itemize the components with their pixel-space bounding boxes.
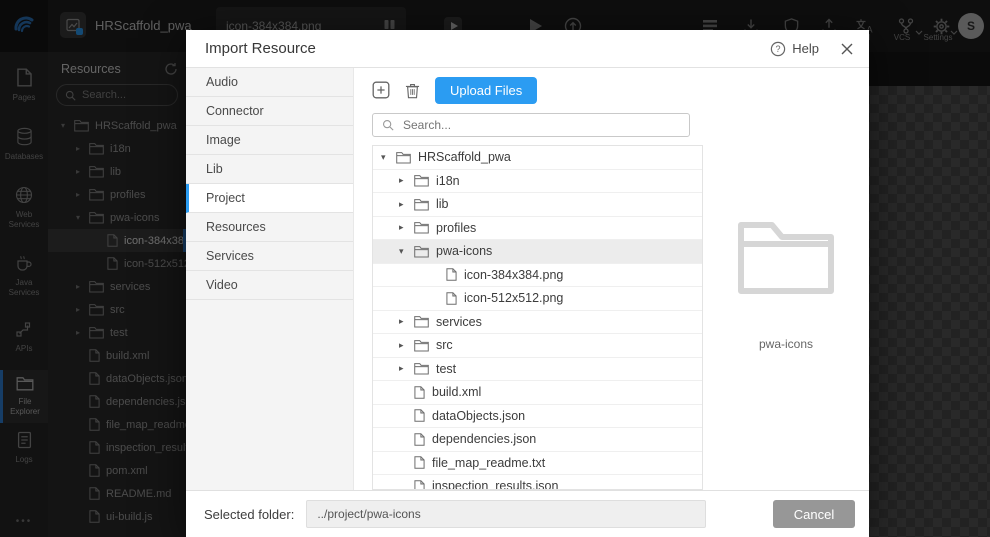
caret-right-icon[interactable]: ▸ <box>399 316 414 327</box>
file-icon <box>446 291 457 305</box>
help-question-icon: ? <box>770 41 786 57</box>
big-folder-icon <box>736 216 836 301</box>
tree-item-label: profiles <box>436 220 477 235</box>
tree-item-label: dataObjects.json <box>432 408 526 423</box>
nav-item-audio[interactable]: Audio <box>186 68 353 97</box>
tree-item-label: icon-384x384.png <box>464 267 564 282</box>
tree-item-label: dependencies.json <box>432 432 537 447</box>
tree-file-icon-512x512.png[interactable]: icon-512x512.png <box>373 287 702 311</box>
tree-toolbar: Upload Files <box>372 74 703 106</box>
modal-file-tree: ▾ HRScaffold_pwa ▸ i18n ▸ lib ▸ profiles ▾ pwa-ic… <box>372 145 703 490</box>
folder-icon <box>414 339 429 352</box>
tree-file-build.xml[interactable]: build.xml <box>373 381 702 405</box>
tree-file-dependencies.json[interactable]: dependencies.json <box>373 428 702 452</box>
dialog-footer: Selected folder: Cancel <box>186 490 869 537</box>
caret-down-icon[interactable]: ▾ <box>399 246 414 257</box>
tree-folder-test[interactable]: ▸ test <box>373 358 702 381</box>
tree-file-file_map_readme.txt[interactable]: file_map_readme.txt <box>373 452 702 475</box>
delete-trash-icon[interactable] <box>405 82 420 99</box>
upload-files-button[interactable]: Upload Files <box>435 76 538 104</box>
caret-right-icon[interactable]: ▸ <box>399 175 414 186</box>
caret-right-icon[interactable]: ▸ <box>399 340 414 351</box>
tree-file-inspection_results.json[interactable]: inspection_results.json <box>373 475 702 490</box>
tree-item-label: services <box>436 314 482 329</box>
caret-right-icon[interactable]: ▸ <box>399 363 414 374</box>
tree-folder-i18n[interactable]: ▸ i18n <box>373 170 702 193</box>
file-icon <box>414 456 425 470</box>
file-icon <box>414 479 425 489</box>
add-folder-icon[interactable] <box>372 81 390 99</box>
screen: HRScaffold_pwa icon-384x384.png <box>0 0 990 537</box>
tree-item-label: inspection_results.json <box>432 479 559 490</box>
nav-item-lib[interactable]: Lib <box>186 155 353 184</box>
close-icon[interactable] <box>841 43 853 55</box>
tree-item-label: pwa-icons <box>436 244 493 259</box>
cancel-button[interactable]: Cancel <box>773 500 855 528</box>
tree-item-label: test <box>436 361 457 376</box>
folder-icon <box>414 315 429 328</box>
file-icon <box>446 268 457 282</box>
selected-folder-label: Selected folder: <box>204 506 295 522</box>
tree-item-label: i18n <box>436 173 460 188</box>
tree-item-label: src <box>436 338 453 353</box>
nav-item-resources[interactable]: Resources <box>186 213 353 242</box>
tree-item-label: HRScaffold_pwa <box>418 150 511 165</box>
tree-folder-HRScaffold_pwa[interactable]: ▾ HRScaffold_pwa <box>373 146 702 170</box>
file-icon <box>414 385 425 399</box>
preview-panel: pwa-icons <box>703 68 869 490</box>
dialog-header: Import Resource ? Help <box>186 30 869 68</box>
nav-item-connector[interactable]: Connector <box>186 97 353 126</box>
tree-item-label: lib <box>436 197 449 212</box>
folder-icon <box>396 151 411 164</box>
file-icon <box>414 432 425 446</box>
dialog-content: Upload Files ▾ HRScaffold_pwa ▸ i18n ▸ lib ▸ pr… <box>354 68 703 490</box>
help-label: Help <box>792 41 819 56</box>
nav-item-image[interactable]: Image <box>186 126 353 155</box>
tree-folder-services[interactable]: ▸ services <box>373 311 702 334</box>
folder-icon <box>414 362 429 375</box>
nav-item-project[interactable]: Project <box>186 184 353 213</box>
tree-item-label: build.xml <box>432 385 482 400</box>
tree-folder-lib[interactable]: ▸ lib <box>373 193 702 217</box>
tree-search-box[interactable] <box>372 113 690 137</box>
dialog-body: Audio Connector Image Lib Project Resources Se… <box>186 68 869 490</box>
tree-item-label: file_map_readme.txt <box>432 455 546 470</box>
svg-text:?: ? <box>776 44 781 54</box>
folder-icon <box>414 174 429 187</box>
search-icon <box>382 119 394 131</box>
file-icon <box>414 409 425 423</box>
dialog-title: Import Resource <box>205 40 316 57</box>
caret-right-icon[interactable]: ▸ <box>399 222 414 233</box>
tree-item-label: icon-512x512.png <box>464 291 564 306</box>
caret-down-icon[interactable]: ▾ <box>381 152 396 163</box>
tree-folder-profiles[interactable]: ▸ profiles <box>373 217 702 240</box>
import-resource-dialog: Import Resource ? Help Audio Connector Ima… <box>186 30 869 537</box>
preview-label: pwa-icons <box>758 337 814 351</box>
caret-right-icon[interactable]: ▸ <box>399 199 414 210</box>
tree-search-input[interactable] <box>401 117 680 133</box>
nav-item-video[interactable]: Video <box>186 271 353 300</box>
tree-file-dataObjects.json[interactable]: dataObjects.json <box>373 405 702 428</box>
resource-type-nav: Audio Connector Image Lib Project Resources Se… <box>186 68 354 490</box>
folder-icon <box>414 221 429 234</box>
nav-item-services[interactable]: Services <box>186 242 353 271</box>
help-button[interactable]: ? Help <box>770 41 819 57</box>
folder-icon <box>414 245 429 258</box>
tree-file-icon-384x384.png[interactable]: icon-384x384.png <box>373 264 702 287</box>
tree-folder-pwa-icons[interactable]: ▾ pwa-icons <box>373 240 702 264</box>
folder-icon <box>414 198 429 211</box>
selected-folder-path[interactable] <box>306 500 707 528</box>
tree-folder-src[interactable]: ▸ src <box>373 334 702 358</box>
